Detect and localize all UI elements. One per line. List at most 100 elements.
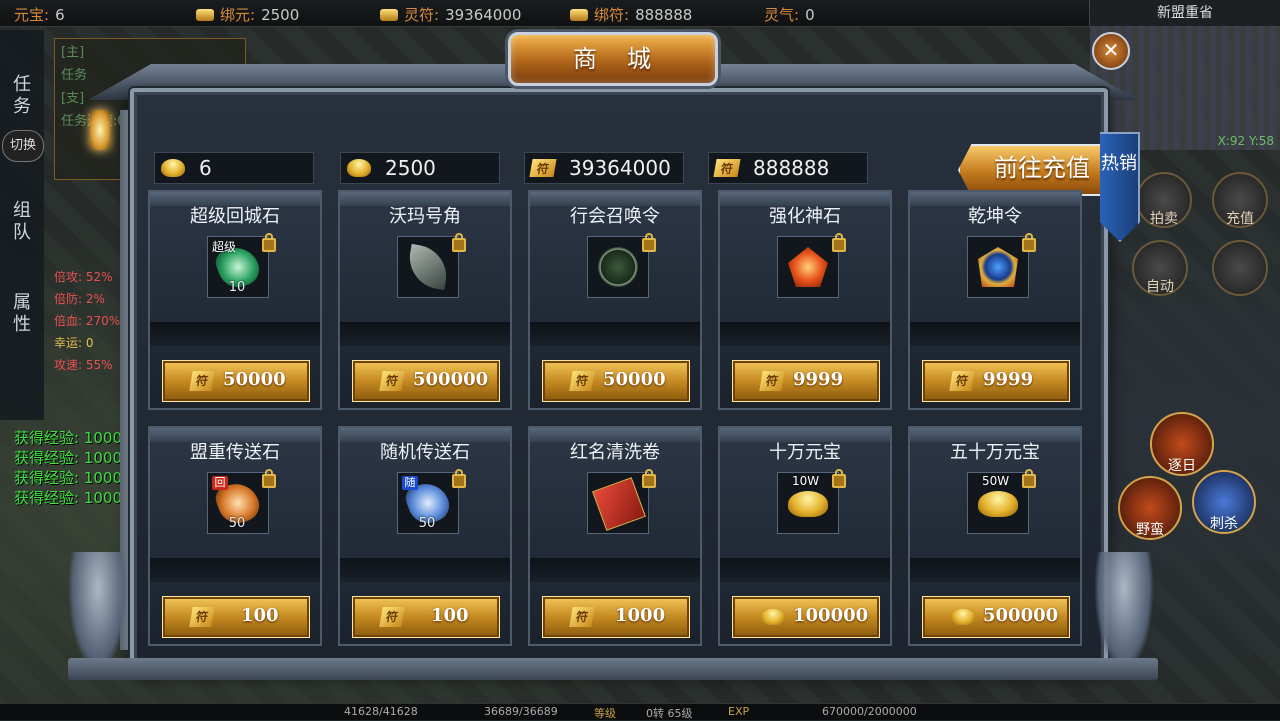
item-name: 十万元宝 [769, 442, 841, 463]
item-stripe [150, 558, 320, 582]
item-icon-slot[interactable] [777, 236, 839, 298]
hud-bind-yuanbao-label: 绑元: [220, 6, 256, 24]
shop-title: 商城 [508, 32, 718, 86]
shop-item-card[interactable]: 强化神石 符 9999 [718, 190, 892, 410]
hud-yuanbao-label: 元宝: [14, 6, 50, 24]
switch-button[interactable]: 切换 [2, 130, 44, 162]
hud-bind-yuanbao: 绑元: 2500 [196, 4, 299, 25]
buy-button[interactable]: 符 1000 [542, 596, 690, 638]
item-tag: 随 [402, 476, 418, 490]
lock-icon [832, 469, 846, 488]
currency-value: 39364000 [569, 156, 671, 180]
buy-button[interactable]: 符 100 [352, 596, 500, 638]
buy-button[interactable]: 100000 [732, 596, 880, 638]
tab-hot-sale[interactable]: 热销 [1100, 132, 1140, 242]
talisman-icon: 符 [379, 607, 405, 627]
lock-icon [642, 469, 656, 488]
buy-button[interactable]: 500000 [922, 596, 1070, 638]
item-name: 超级回城石 [190, 206, 280, 227]
lock-icon [452, 233, 466, 252]
buy-button[interactable]: 符 500000 [352, 360, 500, 402]
lock-icon [452, 469, 466, 488]
item-tag: 50W [982, 474, 1010, 488]
shop-item-card[interactable]: 超级回城石 超级 10 符 50000 [148, 190, 322, 410]
close-icon[interactable]: ✕ [1092, 32, 1130, 70]
shop-item-card[interactable]: 五十万元宝 50W 500000 [908, 426, 1082, 646]
item-name: 随机传送石 [380, 442, 470, 463]
item-icon-slot[interactable] [587, 236, 649, 298]
shop-base [68, 658, 1158, 680]
tab-task[interactable]: 任务 [11, 74, 33, 118]
item-stripe [720, 322, 890, 346]
item-name: 乾坤令 [968, 206, 1022, 227]
tab-team[interactable]: 组队 [11, 200, 33, 244]
shop-item-card[interactable]: 十万元宝 10W 100000 [718, 426, 892, 646]
item-icon-slot[interactable] [967, 236, 1029, 298]
level-label: 等级 [594, 707, 616, 720]
item-stripe [910, 322, 1080, 346]
shop-item-grid: 超级回城石 超级 10 符 50000 沃玛号角 符 500000 行会召唤令 [148, 190, 1084, 660]
stab-skill-button[interactable]: 刺杀 [1192, 470, 1256, 534]
item-price: 9999 [793, 369, 844, 390]
left-hud-panel: 任务 切换 组队 属性 [0, 30, 44, 420]
skill-slot[interactable] [1212, 240, 1268, 296]
item-tag: 回 [212, 476, 228, 490]
currency-value: 888888 [753, 156, 830, 180]
bound-ingot-icon [347, 159, 371, 177]
talisman-icon [570, 9, 588, 21]
quest-line: [主] [61, 45, 85, 60]
hud-lingqi-value: 0 [805, 6, 815, 24]
lock-icon [832, 233, 846, 252]
item-tag: 超级 [212, 240, 237, 254]
shop-item-card[interactable]: 乾坤令 符 9999 [908, 190, 1082, 410]
ingot-icon [978, 491, 1018, 517]
item-qty: 10 [228, 280, 246, 295]
buy-button[interactable]: 符 50000 [162, 360, 310, 402]
guild-name: 新盟重省 [1089, 0, 1280, 26]
item-icon-slot[interactable] [397, 236, 459, 298]
hud-bind-lingfu-label: 绑符: [594, 6, 630, 24]
shop-panel: 6 2500 符 39364000 符 888888 前往充值 超级回城石 超级… [130, 88, 1126, 670]
hud-lingqi-label: 灵气: [764, 6, 800, 24]
recharge-shortcut-button[interactable]: 充值 [1212, 172, 1268, 228]
item-stripe [150, 322, 320, 346]
buy-button[interactable]: 符 50000 [542, 360, 690, 402]
auto-button[interactable]: 自动 [1132, 240, 1188, 296]
hud-yuanbao-value: 6 [55, 6, 65, 24]
shop-item-card[interactable]: 盟重传送石 回 50 符 100 [148, 426, 322, 646]
shop-item-card[interactable]: 随机传送石 随 50 符 100 [338, 426, 512, 646]
hud-bind-lingfu: 绑符: 888888 [570, 4, 692, 25]
item-name: 强化神石 [769, 206, 841, 227]
item-price: 500000 [413, 369, 489, 390]
item-name: 盟重传送石 [190, 442, 280, 463]
auction-button[interactable]: 拍卖 [1136, 172, 1192, 228]
red-name-scroll-icon [592, 477, 646, 531]
hud-lingfu: 灵符: 39364000 [380, 4, 521, 25]
hud-bind-yuanbao-value: 2500 [261, 6, 300, 24]
item-name: 行会召唤令 [570, 206, 660, 227]
buy-button[interactable]: 符 100 [162, 596, 310, 638]
shop-item-card[interactable]: 红名清洗卷 符 1000 [528, 426, 702, 646]
shop-item-card[interactable]: 行会召唤令 符 50000 [528, 190, 702, 410]
item-icon-slot[interactable] [587, 472, 649, 534]
talisman-icon: 符 [949, 371, 975, 391]
item-price: 50000 [603, 369, 666, 390]
talisman-icon [380, 9, 398, 21]
lock-icon [1022, 469, 1036, 488]
item-qty: 50 [228, 516, 246, 531]
tab-attributes[interactable]: 属性 [11, 292, 33, 336]
buy-button[interactable]: 符 9999 [732, 360, 880, 402]
currency-box-bound-talisman: 符 888888 [708, 152, 868, 184]
dragon-ornament-icon [1094, 552, 1154, 672]
retreat-skill-button[interactable]: 逐日 [1150, 412, 1214, 476]
currency-box-bound-yuanbao: 2500 [340, 152, 500, 184]
level-value: 0转 65级 [646, 707, 693, 720]
ingot-icon [196, 9, 214, 21]
exp-value: 670000/2000000 [822, 705, 917, 718]
hud-lingfu-value: 39364000 [445, 6, 522, 24]
buy-button[interactable]: 符 9999 [922, 360, 1070, 402]
hud-bottom-bar: 41628/41628 36689/36689 等级 0转 65级 EXP 67… [0, 703, 1280, 720]
hud-bind-lingfu-value: 888888 [635, 6, 693, 24]
lock-icon [1022, 233, 1036, 252]
shop-item-card[interactable]: 沃玛号角 符 500000 [338, 190, 512, 410]
